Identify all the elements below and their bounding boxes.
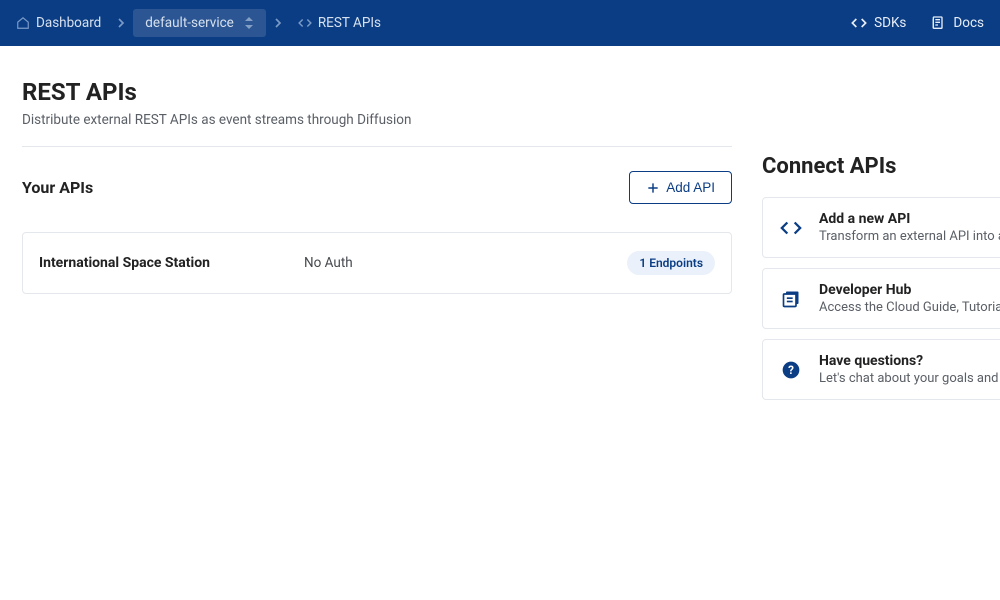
breadcrumb-dashboard[interactable]: Dashboard <box>8 11 109 35</box>
breadcrumb: Dashboard default-service <box>8 9 389 37</box>
svg-text:?: ? <box>788 363 794 377</box>
main-column: REST APIs Distribute external REST APIs … <box>22 78 762 410</box>
library-icon <box>779 289 803 309</box>
api-row[interactable]: International Space Station No Auth 1 En… <box>22 232 732 294</box>
topbar: Dashboard default-service <box>0 0 1000 46</box>
breadcrumb-current[interactable]: REST APIs <box>290 11 389 35</box>
your-apis-header: Your APIs Add API <box>22 171 732 204</box>
sort-icon <box>244 16 254 30</box>
api-auth: No Auth <box>304 255 627 271</box>
api-name: International Space Station <box>39 255 304 271</box>
add-api-button[interactable]: Add API <box>629 171 732 204</box>
connect-card-text: Have questions? Let's chat about your go… <box>819 353 1000 386</box>
connect-card-subtitle: Access the Cloud Guide, Tutorials and mo… <box>819 300 1000 315</box>
docs-label: Docs <box>953 15 984 31</box>
connect-card-text: Developer Hub Access the Cloud Guide, Tu… <box>819 282 1000 315</box>
connect-card-title: Have questions? <box>819 353 1000 369</box>
code-icon <box>851 15 867 31</box>
sdks-link[interactable]: SDKs <box>851 15 906 31</box>
chevron-right-icon <box>113 15 129 31</box>
connect-card-subtitle: Transform an external API into a realtim… <box>819 229 1000 244</box>
your-apis-heading: Your APIs <box>22 178 93 197</box>
docs-icon <box>930 15 946 31</box>
breadcrumb-service-selector[interactable]: default-service <box>133 9 266 37</box>
breadcrumb-dashboard-label: Dashboard <box>36 15 101 31</box>
divider <box>22 146 732 147</box>
code-icon <box>779 217 803 239</box>
connect-card-subtitle: Let's chat about your goals and needs <box>819 371 1000 386</box>
chevron-right-icon <box>270 15 286 31</box>
sdks-label: SDKs <box>874 15 906 31</box>
connect-card-title: Developer Hub <box>819 282 1000 298</box>
connect-card-text: Add a new API Transform an external API … <box>819 211 1000 244</box>
page-body: REST APIs Distribute external REST APIs … <box>0 46 1000 410</box>
add-api-label: Add API <box>666 180 715 195</box>
question-icon: ? <box>779 360 803 380</box>
connect-heading: Connect APIs <box>762 154 1000 179</box>
plus-icon <box>646 181 660 195</box>
connect-card-add-api[interactable]: Add a new API Transform an external API … <box>762 197 1000 258</box>
page-title: REST APIs <box>22 78 732 106</box>
breadcrumb-current-label: REST APIs <box>318 15 381 31</box>
page-subtitle: Distribute external REST APIs as event s… <box>22 112 732 128</box>
side-column: Connect APIs Add a new API Transform an … <box>762 78 1000 410</box>
connect-card-developer-hub[interactable]: Developer Hub Access the Cloud Guide, Tu… <box>762 268 1000 329</box>
api-endpoints-badge: 1 Endpoints <box>627 251 715 275</box>
docs-link[interactable]: Docs <box>930 15 984 31</box>
breadcrumb-service-label: default-service <box>145 15 234 31</box>
topbar-right: SDKs Docs <box>851 15 984 31</box>
connect-card-questions[interactable]: ? Have questions? Let's chat about your … <box>762 339 1000 400</box>
home-icon <box>16 16 30 30</box>
connect-card-title: Add a new API <box>819 211 1000 227</box>
code-icon <box>298 16 312 30</box>
